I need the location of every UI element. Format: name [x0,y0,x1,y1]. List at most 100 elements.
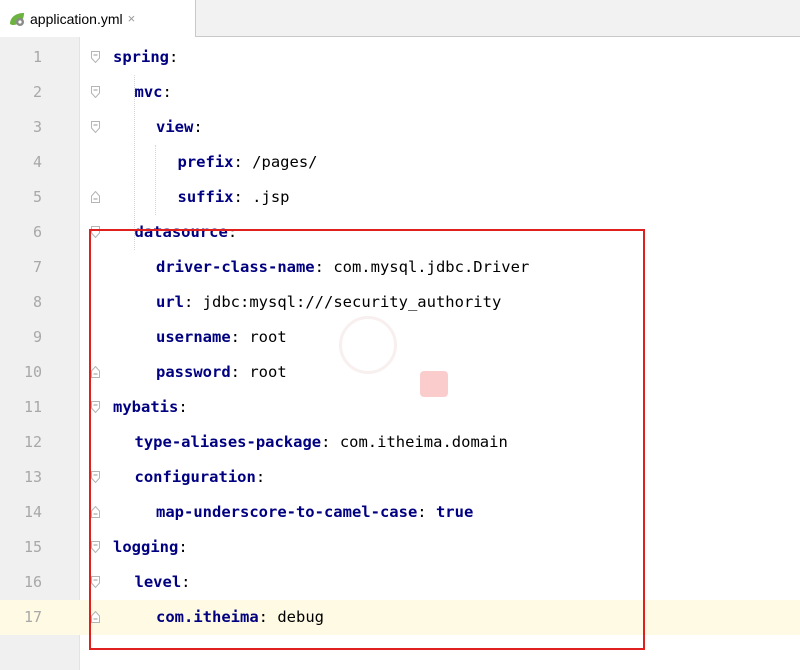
yaml-value: jdbc:mysql:///security_authority [193,293,502,311]
yaml-entry: datasource: [135,215,238,250]
code-line[interactable]: 8 url: jdbc:mysql:///security_authority [0,285,800,320]
yaml-entry: password: root [156,355,287,390]
close-icon[interactable]: × [128,11,136,26]
code-line[interactable]: 7 driver-class-name: com.mysql.jdbc.Drive… [0,250,800,285]
code-line[interactable]: 16 level: [0,565,800,600]
fold-end-icon[interactable] [91,366,100,378]
yaml-entry: level: [135,565,191,600]
yaml-separator: : [178,398,188,416]
fold-end-icon[interactable] [91,611,100,623]
yaml-entry: map-underscore-to-camel-case: true [156,495,473,530]
code-line[interactable]: 1 spring: [0,40,800,75]
code-line[interactable]: 3 view: [0,110,800,145]
search-badge [420,371,448,397]
fold-collapse-icon[interactable] [91,121,100,133]
tab-filename: application.yml [30,10,123,27]
yaml-key: configuration [134,468,256,486]
yaml-value: com.mysql.jdbc.Driver [323,258,530,276]
yaml-separator: : [255,468,266,486]
yaml-entry: type-aliases-package: com.itheima.domain [135,425,508,460]
yaml-value: debug [268,608,324,626]
yaml-separator: : [178,538,188,556]
line-number: 15 [23,538,42,556]
code-line[interactable]: 10 password: root [0,355,800,390]
line-number: 4 [32,153,42,171]
yaml-separator: : [314,258,324,276]
yaml-separator: : [184,293,194,311]
yaml-boolean: true [426,503,474,521]
code-line[interactable]: 14 map-underscore-to-camel-case: true [0,495,800,530]
code-line[interactable]: 5 suffix: .jsp [0,180,800,215]
code-line[interactable]: 4 prefix: /pages/ [0,145,800,180]
line-number: 14 [23,503,42,521]
yaml-key: username [156,328,231,346]
code-line[interactable]: 13 configuration: [0,460,800,495]
yaml-separator: : [169,48,179,66]
yaml-separator: : [258,608,268,626]
code-line[interactable]: 15 logging: [0,530,800,565]
yaml-key: type-aliases-package [134,433,322,451]
yaml-entry: suffix: .jsp [178,180,290,215]
yaml-key: prefix [177,153,234,171]
yaml-entry: configuration: [135,460,266,495]
code-line[interactable]: 2 mvc: [0,75,800,110]
line-number: 17 [23,608,42,626]
yaml-entry: username: root [156,320,287,355]
yaml-key: spring [113,48,169,66]
fold-collapse-icon[interactable] [91,51,100,63]
line-number: 10 [23,363,42,381]
line-number: 9 [32,328,42,346]
line-number: 2 [32,83,42,101]
yaml-separator: : [162,83,172,101]
yaml-separator: : [233,188,243,206]
code-line[interactable]: 9 username: root [0,320,800,355]
code-line[interactable]: 12 type-aliases-package: com.itheima.doma… [0,425,800,460]
yaml-key: mybatis [113,398,179,416]
yaml-key: mvc [134,83,163,101]
yaml-value: .jsp [242,188,290,206]
yaml-entry: driver-class-name: com.mysql.jdbc.Driver [156,250,529,285]
fold-end-icon[interactable] [91,506,100,518]
code-editor[interactable]: 1 spring: 2 mvc: 3 view: 4 prefix: /pages/5 suff… [0,37,800,670]
line-number: 6 [32,223,42,241]
code-line[interactable]: 17 com.itheima: debug [0,600,800,635]
yaml-key: map-underscore-to-camel-case [156,503,418,521]
fold-collapse-icon[interactable] [91,541,100,553]
fold-collapse-icon[interactable] [91,401,100,413]
fold-collapse-icon[interactable] [91,226,100,238]
yaml-entry: prefix: /pages/ [178,145,318,180]
yaml-entry: com.itheima: debug [156,600,324,635]
yaml-entry: logging: [113,530,188,565]
yaml-key: com.itheima [156,608,259,626]
line-number: 11 [23,398,42,416]
yaml-value: root [240,328,287,346]
yaml-separator: : [193,118,203,136]
line-number: 8 [32,293,42,311]
yaml-separator: : [417,503,427,521]
yaml-entry: mvc: [135,75,172,110]
line-number: 12 [23,433,42,451]
line-number: 16 [23,573,42,591]
yaml-separator: : [227,223,238,241]
yaml-value: /pages/ [242,153,318,171]
line-number: 5 [32,188,42,206]
fold-collapse-icon[interactable] [91,576,100,588]
yaml-key: driver-class-name [156,258,315,276]
yaml-entry: url: jdbc:mysql:///security_authority [156,285,501,320]
line-number: 1 [32,48,42,66]
line-number: 7 [32,258,42,276]
yaml-key: view [156,118,194,136]
yaml-value: com.itheima.domain [330,433,508,451]
yaml-key: datasource [134,223,228,241]
yaml-key: logging [113,538,179,556]
fold-collapse-icon[interactable] [91,86,100,98]
yaml-separator: : [230,328,240,346]
fold-collapse-icon[interactable] [91,471,100,483]
code-line[interactable]: 6 datasource: [0,215,800,250]
tab-application-yml[interactable]: application.yml × [0,0,196,37]
yaml-separator: : [181,573,191,591]
fold-end-icon[interactable] [91,191,100,203]
yaml-key: password [156,363,231,381]
editor-tab-bar: application.yml × [0,0,800,37]
code-line[interactable]: 11 mybatis: [0,390,800,425]
